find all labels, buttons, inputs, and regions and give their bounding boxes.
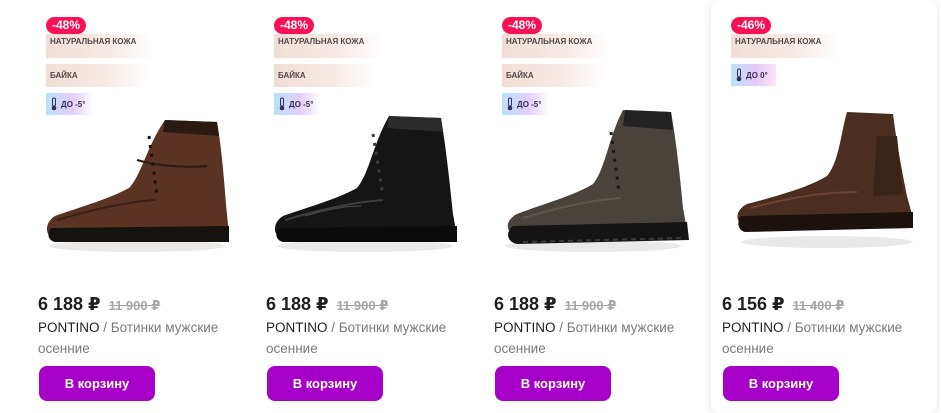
add-to-cart-button[interactable]: В корзину bbox=[267, 366, 383, 401]
boot-image[interactable] bbox=[727, 96, 927, 266]
old-price: 11 900 ₽ bbox=[108, 298, 161, 313]
material-tag: НАТУРАЛЬНАЯ КОЖА bbox=[731, 34, 839, 58]
old-price: 11 900 ₽ bbox=[336, 298, 389, 313]
old-price: 11 900 ₽ bbox=[564, 298, 617, 313]
product-card[interactable]: -48% НАТУРАЛЬНАЯ КОЖА БАЙКА ДО -5° 6 188… bbox=[27, 0, 255, 413]
discount-badge: -46% bbox=[731, 17, 772, 34]
product-title[interactable]: PONTINO / Ботинки мужские осенние bbox=[266, 317, 471, 359]
boot-image[interactable] bbox=[265, 96, 465, 266]
material-tag: НАТУРАЛЬНАЯ КОЖА bbox=[46, 34, 154, 58]
boot-image[interactable] bbox=[37, 96, 237, 266]
add-to-cart-button[interactable]: В корзину bbox=[495, 366, 611, 401]
product-grid: -48% НАТУРАЛЬНАЯ КОЖА БАЙКА ДО -5° 6 188… bbox=[0, 0, 941, 413]
lining-tag: БАЙКА bbox=[502, 64, 604, 87]
material-tag: НАТУРАЛЬНАЯ КОЖА bbox=[274, 34, 382, 58]
badges: -46% НАТУРАЛЬНАЯ КОЖА ДО 0° bbox=[731, 16, 881, 87]
product-card[interactable]: -48% НАТУРАЛЬНАЯ КОЖА БАЙКА ДО -5° 6 188… bbox=[255, 0, 483, 413]
lining-tag: БАЙКА bbox=[274, 64, 376, 87]
discount-badge: -48% bbox=[502, 17, 543, 34]
current-price: 6 156 ₽ bbox=[722, 294, 785, 314]
price-row: 6 188 ₽ 11 900 ₽ bbox=[266, 294, 388, 315]
brand-name: PONTINO bbox=[266, 320, 328, 335]
brand-name: PONTINO bbox=[722, 320, 784, 335]
brand-name: PONTINO bbox=[494, 320, 556, 335]
lining-tag: БАЙКА bbox=[46, 64, 148, 87]
add-to-cart-button[interactable]: В корзину bbox=[723, 366, 839, 401]
add-to-cart-button[interactable]: В корзину bbox=[39, 366, 155, 401]
product-title[interactable]: PONTINO / Ботинки мужские осенние bbox=[494, 317, 699, 359]
product-title[interactable]: PONTINO / Ботинки мужские осенние bbox=[722, 317, 927, 359]
current-price: 6 188 ₽ bbox=[38, 294, 101, 314]
material-tag: НАТУРАЛЬНАЯ КОЖА bbox=[502, 34, 610, 58]
price-row: 6 188 ₽ 11 900 ₽ bbox=[494, 294, 616, 315]
product-card[interactable]: -48% НАТУРАЛЬНАЯ КОЖА БАЙКА ДО -5° 6 188… bbox=[483, 0, 711, 413]
temperature-label: ДО 0° bbox=[746, 70, 768, 80]
discount-badge: -48% bbox=[46, 17, 87, 34]
current-price: 6 188 ₽ bbox=[494, 294, 557, 314]
price-row: 6 188 ₽ 11 900 ₽ bbox=[38, 294, 160, 315]
brand-name: PONTINO bbox=[38, 320, 100, 335]
boot-image[interactable] bbox=[493, 96, 693, 266]
old-price: 11 400 ₽ bbox=[792, 298, 845, 313]
thermometer-icon bbox=[736, 68, 742, 82]
price-row: 6 156 ₽ 11 400 ₽ bbox=[722, 294, 844, 315]
discount-badge: -48% bbox=[274, 17, 315, 34]
temperature-tag: ДО 0° bbox=[731, 64, 776, 86]
current-price: 6 188 ₽ bbox=[266, 294, 329, 314]
product-title[interactable]: PONTINO / Ботинки мужские осенние bbox=[38, 317, 243, 359]
product-card-hovered[interactable]: -46% НАТУРАЛЬНАЯ КОЖА ДО 0° 6 156 ₽ 11 4… bbox=[711, 0, 937, 413]
